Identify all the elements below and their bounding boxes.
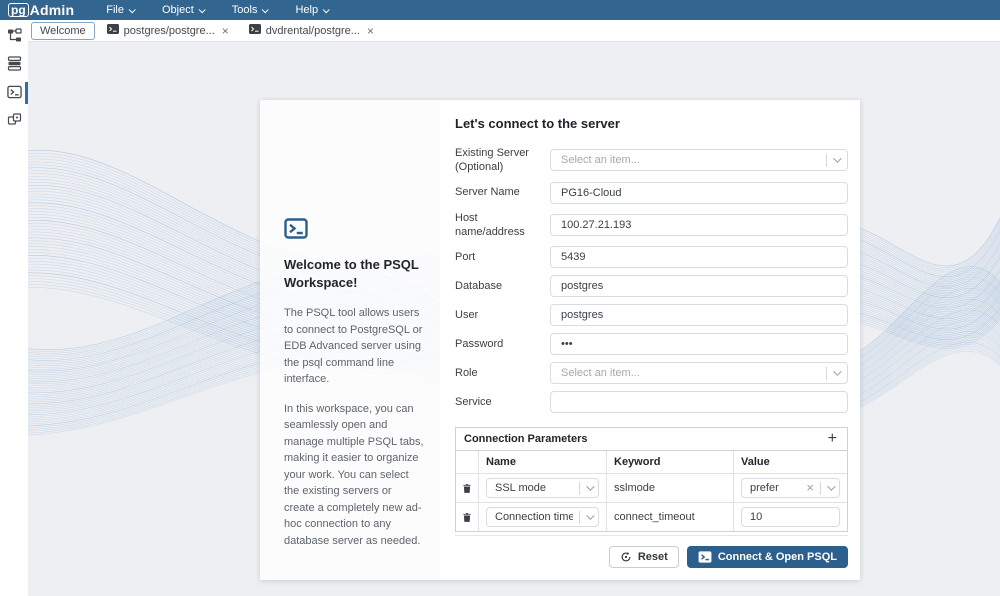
connect-form: Let's connect to the server Existing Ser… [440, 100, 860, 580]
menu-bar: File Object Tools Help [96, 2, 338, 18]
tab-label: postgres/postgre... [124, 25, 215, 37]
sidebar-item-object-explorer[interactable] [0, 23, 28, 51]
servers-icon [7, 56, 22, 74]
menu-help[interactable]: Help [285, 2, 338, 18]
chevron-down-icon [586, 483, 594, 491]
top-menu-bar: pg Admin File Object Tools Help [0, 0, 1000, 20]
connection-parameters-title: Connection Parameters [464, 433, 587, 445]
role-label: Role [455, 366, 550, 380]
port-input[interactable] [550, 246, 848, 268]
terminal-icon [249, 24, 261, 37]
logo-pg-mark: pg [8, 3, 29, 17]
sidebar-item-schema-diagram[interactable] [0, 107, 28, 135]
form-title: Let's connect to the server [455, 116, 848, 131]
user-input[interactable] [550, 304, 848, 326]
param-name-select[interactable]: Connection timeout ( [486, 507, 599, 527]
close-icon[interactable]: × [222, 26, 229, 36]
terminal-icon [107, 24, 119, 37]
chevron-down-icon [323, 6, 330, 13]
host-label: Host name/address [455, 211, 550, 240]
schema-diagram-icon [7, 112, 22, 130]
welcome-title: Welcome to the PSQL Workspace! [284, 256, 425, 291]
server-name-label: Server Name [455, 185, 550, 199]
psql-terminal-icon [284, 218, 425, 242]
service-input[interactable] [550, 391, 848, 413]
pgadmin-logo: pg Admin [8, 2, 74, 18]
database-label: Database [455, 279, 550, 293]
trash-icon [463, 511, 471, 524]
param-value-input[interactable] [741, 507, 840, 527]
psql-workspace-content: Welcome to the PSQL Workspace! The PSQL … [28, 42, 1000, 596]
welcome-paragraph-2: In this workspace, you can seamlessly op… [284, 401, 425, 550]
chevron-down-icon [129, 6, 136, 13]
welcome-panel: Welcome to the PSQL Workspace! The PSQL … [260, 100, 440, 580]
menu-object[interactable]: Object [152, 2, 214, 18]
dialog-footer: Reset Connect & Open PSQL [455, 535, 848, 568]
logo-admin-text: Admin [30, 2, 75, 18]
close-icon[interactable]: × [367, 26, 374, 36]
column-header-keyword: Keyword [606, 451, 733, 473]
terminal-icon [698, 551, 712, 563]
chevron-down-icon [833, 368, 841, 376]
chevron-down-icon [586, 512, 594, 520]
database-input[interactable] [550, 275, 848, 297]
password-input[interactable] [550, 333, 848, 355]
password-label: Password [455, 337, 550, 351]
port-label: Port [455, 250, 550, 264]
connect-dialog-card: Welcome to the PSQL Workspace! The PSQL … [260, 100, 860, 580]
existing-server-label: Existing Server (Optional) [455, 146, 550, 175]
delete-row-button[interactable] [456, 502, 478, 531]
chevron-down-icon [833, 155, 841, 163]
tab-psql-dvdrental[interactable]: dvdrental/postgre... × [241, 22, 382, 40]
role-select[interactable]: Select an item... [550, 362, 848, 384]
object-explorer-icon [7, 28, 22, 46]
clear-icon[interactable]: × [806, 483, 814, 493]
connection-parameters-section: Connection Parameters + Name Keyword Val… [455, 427, 848, 532]
tab-psql-postgres[interactable]: postgres/postgre... × [99, 22, 237, 40]
column-header-name: Name [478, 451, 606, 473]
chevron-down-icon [198, 6, 205, 13]
tab-label: dvdrental/postgre... [266, 25, 360, 37]
tab-label: Welcome [40, 25, 86, 37]
menu-file[interactable]: File [96, 2, 144, 18]
column-header-value: Value [733, 451, 847, 473]
existing-server-select[interactable]: Select an item... [550, 149, 848, 171]
host-input[interactable] [550, 214, 848, 236]
sidebar-item-psql-tool[interactable] [0, 79, 28, 107]
parameters-table: Name Keyword Value SSL mode [456, 451, 847, 531]
param-name-select[interactable]: SSL mode [486, 478, 599, 498]
reset-button[interactable]: Reset [609, 546, 679, 568]
service-label: Service [455, 395, 550, 409]
add-parameter-button[interactable]: + [826, 432, 839, 446]
workspace-sidebar [0, 20, 28, 596]
tab-bar: Welcome postgres/postgre... × dvdrental/… [28, 20, 1000, 42]
param-keyword: sslmode [606, 473, 733, 502]
menu-tools[interactable]: Tools [222, 2, 278, 18]
param-keyword: connect_timeout [606, 502, 733, 531]
trash-icon [463, 482, 471, 495]
delete-row-button[interactable] [456, 473, 478, 502]
sidebar-item-servers[interactable] [0, 51, 28, 79]
tab-welcome[interactable]: Welcome [31, 22, 95, 40]
connect-open-psql-button[interactable]: Connect & Open PSQL [687, 546, 848, 568]
reset-icon [620, 551, 632, 563]
param-value-select[interactable]: prefer × [741, 478, 840, 498]
user-label: User [455, 308, 550, 322]
welcome-paragraph-1: The PSQL tool allows users to connect to… [284, 305, 425, 388]
terminal-icon [7, 85, 22, 102]
chevron-down-icon [827, 483, 835, 491]
server-name-input[interactable] [550, 182, 848, 204]
chevron-down-icon [262, 6, 269, 13]
